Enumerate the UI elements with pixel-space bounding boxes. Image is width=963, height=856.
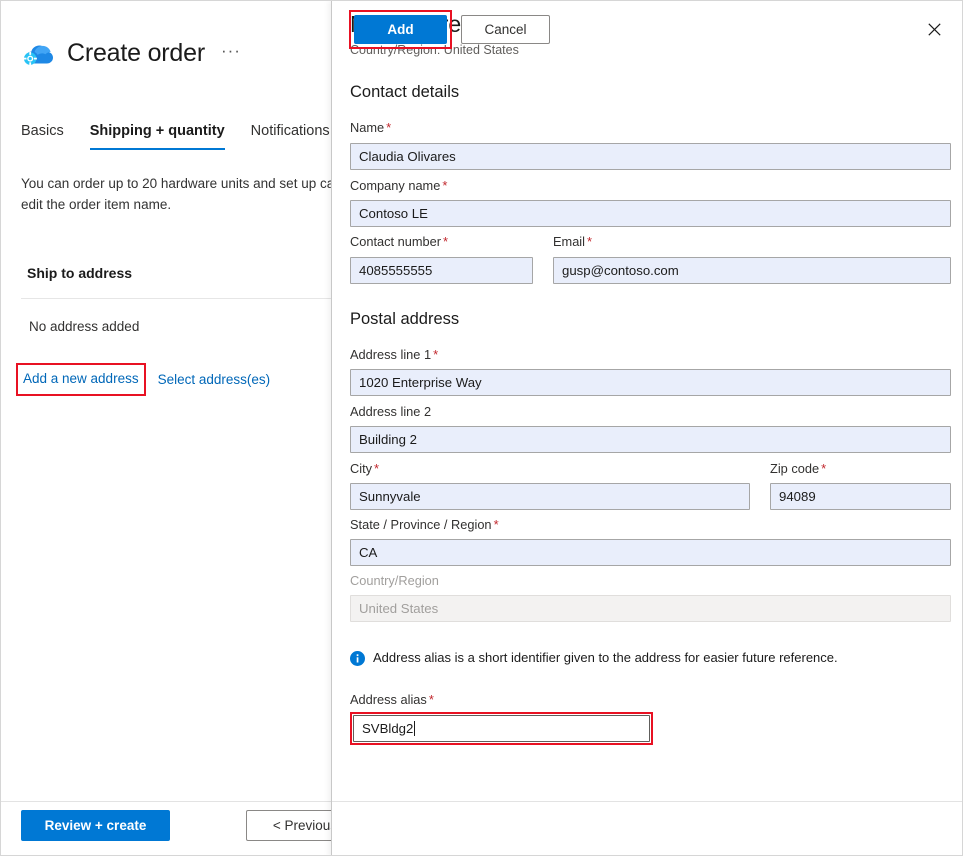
required-marker: * xyxy=(429,692,434,707)
review-create-button[interactable]: Review + create xyxy=(21,810,170,841)
add-button[interactable]: Add xyxy=(354,15,447,44)
blade-description: You can order up to 20 hardware units an… xyxy=(21,173,361,215)
required-marker: * xyxy=(587,234,592,249)
required-marker: * xyxy=(442,178,447,193)
address-alias-info-text: Address alias is a short identifier give… xyxy=(373,649,838,666)
tab-shipping-quantity[interactable]: Shipping + quantity xyxy=(90,123,225,150)
cloud-gear-icon xyxy=(21,40,55,68)
required-marker: * xyxy=(386,120,391,135)
required-marker: * xyxy=(433,347,438,362)
contact-details-heading: Contact details xyxy=(350,83,459,102)
app-root: Create order ··· Basics Shipping + quant… xyxy=(0,0,963,856)
new-address-panel: New address Country/Region: United State… xyxy=(331,1,963,856)
email-label: Email* xyxy=(553,234,592,249)
country-region-input: United States xyxy=(350,595,951,622)
info-icon xyxy=(350,651,365,666)
state-province-region-label: State / Province / Region* xyxy=(350,517,499,532)
more-options-button[interactable]: ··· xyxy=(217,44,245,64)
address-line-1-label: Address line 1* xyxy=(350,347,438,362)
blade-header: Create order ··· xyxy=(21,39,245,68)
panel-subtitle: Country/Region: United States xyxy=(350,43,519,57)
contact-number-label: Contact number* xyxy=(350,234,448,249)
company-name-input[interactable]: Contoso LE xyxy=(350,200,951,227)
address-line-2-label: Address line 2 xyxy=(350,404,431,419)
city-input[interactable]: Sunnyvale xyxy=(350,483,750,510)
address-actions: Add a new address Select address(es) xyxy=(16,363,270,396)
city-label: City* xyxy=(350,461,379,476)
required-marker: * xyxy=(821,461,826,476)
blade-tabs: Basics Shipping + quantity Notifications xyxy=(21,123,330,150)
required-marker: * xyxy=(494,517,499,532)
country-region-label: Country/Region xyxy=(350,573,439,588)
address-alias-input[interactable]: SVBldg2 xyxy=(353,715,650,742)
tab-notifications[interactable]: Notifications xyxy=(251,123,330,150)
select-addresses-link[interactable]: Select address(es) xyxy=(158,372,271,387)
state-province-region-input[interactable]: CA xyxy=(350,539,951,566)
tab-basics[interactable]: Basics xyxy=(21,123,64,150)
address-alias-info: Address alias is a short identifier give… xyxy=(350,649,838,666)
contact-number-input[interactable]: 4085555555 xyxy=(350,257,533,284)
company-name-label: Company name* xyxy=(350,178,447,193)
address-line-2-input[interactable]: Building 2 xyxy=(350,426,951,453)
required-marker: * xyxy=(374,461,379,476)
ship-to-address-heading: Ship to address xyxy=(27,265,132,281)
postal-address-heading: Postal address xyxy=(350,310,459,329)
text-caret xyxy=(414,721,415,736)
panel-footer xyxy=(332,801,963,856)
address-alias-value: SVBldg2 xyxy=(362,716,413,741)
cancel-button[interactable]: Cancel xyxy=(461,15,550,44)
address-alias-label: Address alias* xyxy=(350,692,434,707)
zip-code-label: Zip code* xyxy=(770,461,826,476)
name-input[interactable]: Claudia Olivares xyxy=(350,143,951,170)
name-label: Name* xyxy=(350,120,391,135)
add-new-address-highlight: Add a new address xyxy=(16,363,146,396)
address-line-1-input[interactable]: 1020 Enterprise Way xyxy=(350,369,951,396)
page-title: Create order xyxy=(67,39,205,68)
email-input[interactable]: gusp@contoso.com xyxy=(553,257,951,284)
section-divider xyxy=(21,298,341,299)
close-icon[interactable] xyxy=(920,15,948,43)
create-order-blade-content: Create order ··· Basics Shipping + quant… xyxy=(1,1,341,856)
add-new-address-link[interactable]: Add a new address xyxy=(23,371,139,386)
zip-code-input[interactable]: 94089 xyxy=(770,483,951,510)
no-address-message: No address added xyxy=(29,319,139,334)
required-marker: * xyxy=(443,234,448,249)
